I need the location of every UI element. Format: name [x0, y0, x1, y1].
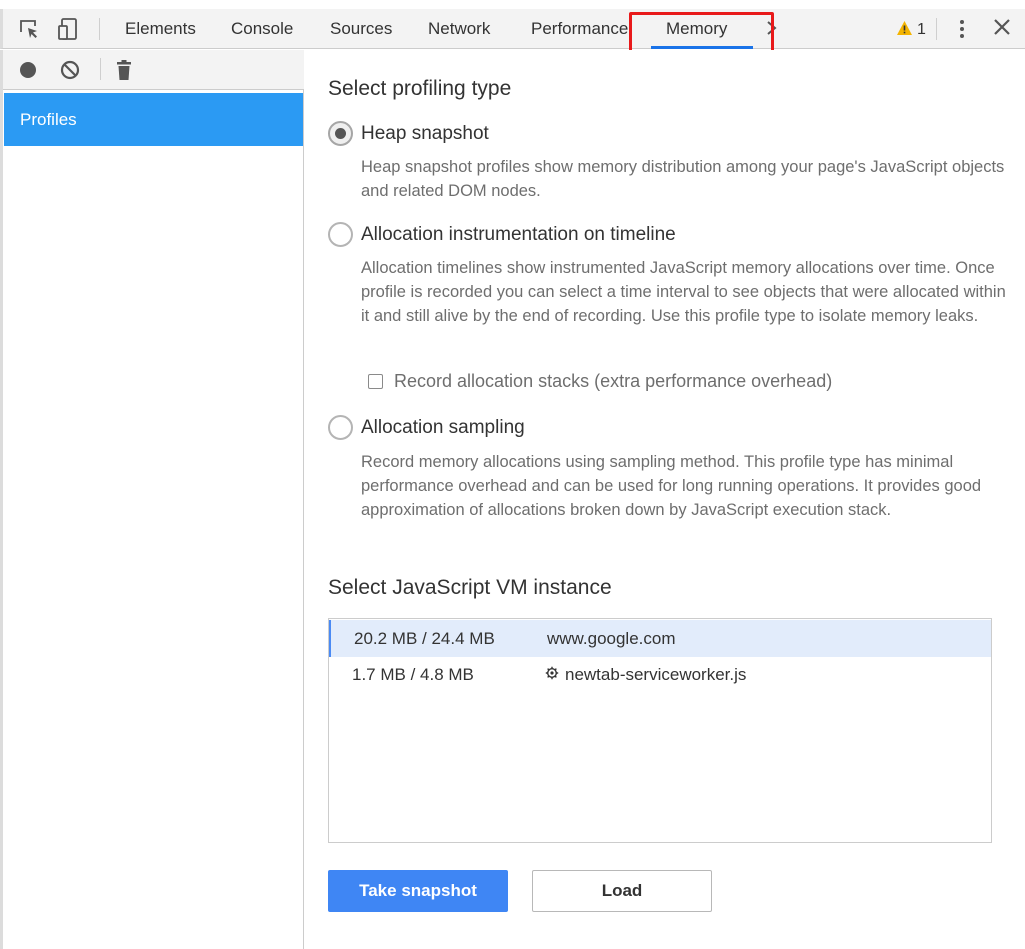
toolbar-divider — [100, 58, 101, 80]
tab-elements[interactable]: Elements — [125, 9, 196, 49]
vm-instance-size: 1.7 MB / 4.8 MB — [352, 664, 474, 684]
trash-icon[interactable] — [112, 58, 136, 82]
warnings-count: 1 — [917, 21, 926, 38]
record-stacks-label[interactable]: Record allocation stacks (extra performa… — [394, 371, 832, 392]
heap-snapshot-description: Heap snapshot profiles show memory distr… — [361, 158, 1005, 200]
active-tab-indicator — [651, 46, 753, 49]
toolbar-divider — [99, 18, 100, 40]
allocation-timeline-radio[interactable] — [328, 222, 353, 247]
allocation-sampling-label[interactable]: Allocation sampling — [361, 417, 525, 439]
profiles-sidebar: Profiles — [0, 50, 304, 949]
profiling-type-heading: Select profiling type — [328, 77, 512, 100]
overflow-chevron-icon[interactable] — [766, 20, 778, 41]
vm-instance-size: 20.2 MB / 24.4 MB — [354, 628, 495, 648]
load-button[interactable]: Load — [532, 870, 712, 912]
vm-instance-name: newtab-serviceworker.js — [545, 665, 746, 685]
memory-panel: Select profiling type Heap snapshot Heap… — [305, 50, 1025, 949]
vm-instance-list: 20.2 MB / 24.4 MB www.google.com 1.7 MB … — [328, 618, 992, 843]
vm-instance-heading: Select JavaScript VM instance — [328, 576, 612, 599]
tab-sources[interactable]: Sources — [330, 9, 392, 49]
tab-console[interactable]: Console — [231, 9, 293, 49]
toolbar-divider — [936, 18, 937, 40]
vm-instance-row[interactable]: 1.7 MB / 4.8 MB newtab-serviceworker.js — [329, 656, 991, 693]
tab-network[interactable]: Network — [428, 9, 490, 49]
allocation-sampling-radio[interactable] — [328, 415, 353, 440]
warnings-indicator[interactable]: 1 — [896, 19, 926, 41]
sidebar-toolbar — [3, 50, 304, 90]
inspect-element-icon[interactable] — [17, 17, 41, 41]
allocation-timeline-label[interactable]: Allocation instrumentation on timeline — [361, 224, 676, 246]
heap-snapshot-radio[interactable] — [328, 121, 353, 146]
sidebar-item-profiles[interactable]: Profiles — [4, 93, 303, 146]
gear-icon — [545, 665, 559, 685]
take-snapshot-button[interactable]: Take snapshot — [328, 870, 508, 912]
warning-icon — [896, 20, 913, 41]
record-icon[interactable] — [16, 58, 40, 82]
close-icon[interactable] — [993, 17, 1011, 41]
tab-performance[interactable]: Performance — [531, 9, 631, 49]
allocation-sampling-description: Record memory allocations using sampling… — [361, 453, 982, 519]
clear-icon[interactable] — [58, 58, 82, 82]
device-toolbar-icon[interactable] — [56, 17, 80, 41]
heap-snapshot-label[interactable]: Heap snapshot — [361, 123, 489, 145]
window-top-strip — [0, 0, 1025, 9]
devtools-tabbar: Elements Console Sources Network Perform… — [0, 9, 1025, 49]
tab-memory[interactable]: Memory — [666, 9, 727, 49]
vm-instance-name: www.google.com — [547, 628, 676, 648]
record-stacks-checkbox[interactable] — [368, 374, 383, 389]
vm-instance-row[interactable]: 20.2 MB / 24.4 MB www.google.com — [329, 620, 991, 657]
kebab-menu-icon[interactable] — [953, 18, 971, 40]
allocation-timeline-description: Allocation timelines show instrumented J… — [361, 259, 1006, 325]
